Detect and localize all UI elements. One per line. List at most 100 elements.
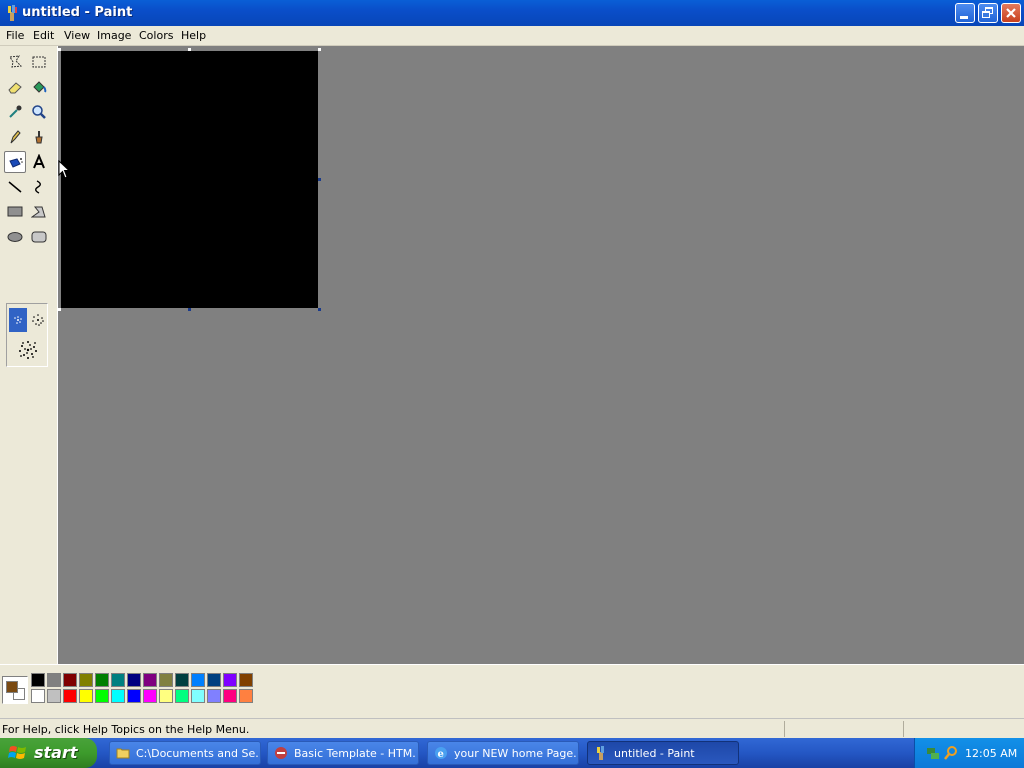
taskbar-button-explorer[interactable]: C:\Documents and Se... xyxy=(109,741,261,765)
palette-color-swatch[interactable] xyxy=(47,673,61,687)
network-tray-icon[interactable] xyxy=(925,745,941,761)
palette-color-swatch[interactable] xyxy=(159,673,173,687)
minimize-button[interactable] xyxy=(955,3,975,23)
restore-button[interactable] xyxy=(978,3,998,23)
palette-color-swatch[interactable] xyxy=(111,689,125,703)
window-title: untitled - Paint xyxy=(22,5,133,20)
airbrush-size-large-option[interactable] xyxy=(15,336,41,364)
drawing-canvas[interactable] xyxy=(61,51,318,308)
palette-color-swatch[interactable] xyxy=(31,689,45,703)
rounded-rectangle-icon xyxy=(31,231,47,243)
palette-color-swatch[interactable] xyxy=(191,689,205,703)
text-a-icon xyxy=(33,154,45,169)
airbrush-icon xyxy=(9,158,23,168)
pick-color-tool[interactable] xyxy=(4,101,26,123)
taskbar-button-browser[interactable]: e your NEW home Page... xyxy=(427,741,579,765)
palette-color-swatch[interactable] xyxy=(239,689,253,703)
paint-window: untitled - Paint File Edit View Image Co… xyxy=(0,0,1024,739)
paint-bucket-icon xyxy=(33,81,47,93)
free-form-select-icon xyxy=(9,55,23,68)
palette-color-swatch[interactable] xyxy=(111,673,125,687)
svg-text:e: e xyxy=(438,749,444,760)
free-form-select-tool[interactable] xyxy=(4,51,26,73)
spray-large-icon xyxy=(19,341,37,359)
current-colors-box xyxy=(2,676,28,704)
taskbar-button-html-editor[interactable]: Basic Template - HTM... xyxy=(267,741,419,765)
palette-color-swatch[interactable] xyxy=(191,673,205,687)
line-tool[interactable] xyxy=(4,176,26,198)
select-tool[interactable] xyxy=(28,51,50,73)
palette-color-swatch[interactable] xyxy=(79,673,93,687)
taskbar-label: untitled - Paint xyxy=(614,747,695,760)
palette-color-swatch[interactable] xyxy=(47,689,61,703)
html-editor-icon xyxy=(275,747,287,759)
taskbar-label: Basic Template - HTM... xyxy=(294,747,416,760)
status-separator xyxy=(784,721,785,737)
palette-color-swatch[interactable] xyxy=(143,673,157,687)
palette-color-swatch[interactable] xyxy=(239,673,253,687)
title-bar[interactable]: untitled - Paint xyxy=(0,0,1024,26)
menu-colors[interactable]: Colors xyxy=(139,29,173,42)
ellipse-tool[interactable] xyxy=(4,226,26,248)
canvas-handle-top xyxy=(188,48,191,51)
foreground-color-swatch[interactable] xyxy=(6,681,18,693)
clock: 12:05 AM xyxy=(965,747,1018,760)
polygon-tool[interactable] xyxy=(28,201,50,223)
palette-color-swatch[interactable] xyxy=(207,689,221,703)
palette-color-swatch[interactable] xyxy=(223,673,237,687)
palette-color-swatch[interactable] xyxy=(127,673,141,687)
fill-with-color-tool[interactable] xyxy=(28,76,50,98)
status-separator xyxy=(903,721,904,737)
eraser-icon xyxy=(8,82,22,94)
menu-view[interactable]: View xyxy=(64,29,90,42)
start-button[interactable]: start xyxy=(0,738,97,768)
rectangle-tool[interactable] xyxy=(4,201,26,223)
brush-tool[interactable] xyxy=(28,126,50,148)
palette-color-swatch[interactable] xyxy=(143,689,157,703)
taskbar-button-paint[interactable]: untitled - Paint xyxy=(587,741,739,765)
canvas-handle-top-right xyxy=(318,48,321,51)
canvas-handle-top-left xyxy=(58,48,61,51)
rectangle-icon xyxy=(7,206,23,217)
menu-edit[interactable]: Edit xyxy=(33,29,54,42)
canvas-resize-handle-corner[interactable] xyxy=(318,308,321,311)
palette-color-swatch[interactable] xyxy=(207,673,221,687)
eraser-tool[interactable] xyxy=(4,76,26,98)
airbrush-size-small-option[interactable] xyxy=(9,308,27,332)
palette-color-swatch[interactable] xyxy=(95,673,109,687)
spray-medium-icon xyxy=(32,314,44,326)
curve-tool[interactable] xyxy=(28,176,50,198)
text-tool[interactable] xyxy=(28,151,50,173)
menu-image[interactable]: Image xyxy=(97,29,131,42)
brush-icon xyxy=(35,131,43,144)
menu-file[interactable]: File xyxy=(6,29,24,42)
eyedropper-icon xyxy=(9,105,22,118)
menu-help[interactable]: Help xyxy=(181,29,206,42)
airbrush-tool[interactable] xyxy=(4,151,26,173)
palette-color-swatch[interactable] xyxy=(95,689,109,703)
palette-color-swatch[interactable] xyxy=(159,689,173,703)
close-icon xyxy=(1006,8,1016,18)
menu-bar: File Edit View Image Colors Help xyxy=(0,26,1024,46)
palette-color-swatch[interactable] xyxy=(63,673,77,687)
start-label: start xyxy=(34,743,78,762)
rounded-rectangle-tool[interactable] xyxy=(28,226,50,248)
canvas-resize-handle-bottom[interactable] xyxy=(188,308,191,311)
palette-color-swatch[interactable] xyxy=(63,689,77,703)
palette-color-swatch[interactable] xyxy=(175,673,189,687)
search-tray-icon[interactable] xyxy=(943,745,959,761)
palette-color-swatch[interactable] xyxy=(223,689,237,703)
close-button[interactable] xyxy=(1001,3,1021,23)
magnifier-tool[interactable] xyxy=(28,101,50,123)
palette-color-swatch[interactable] xyxy=(79,689,93,703)
palette-color-swatch[interactable] xyxy=(127,689,141,703)
canvas-resize-handle-right[interactable] xyxy=(318,178,321,181)
pencil-tool[interactable] xyxy=(4,126,26,148)
palette-color-swatch[interactable] xyxy=(31,673,45,687)
spray-small-icon xyxy=(14,316,22,324)
magnifier-icon xyxy=(32,105,46,119)
palette-color-swatch[interactable] xyxy=(175,689,189,703)
airbrush-size-medium-option[interactable] xyxy=(29,308,47,332)
status-help-text: For Help, click Help Topics on the Help … xyxy=(2,723,250,736)
rectangle-select-icon xyxy=(32,56,46,68)
